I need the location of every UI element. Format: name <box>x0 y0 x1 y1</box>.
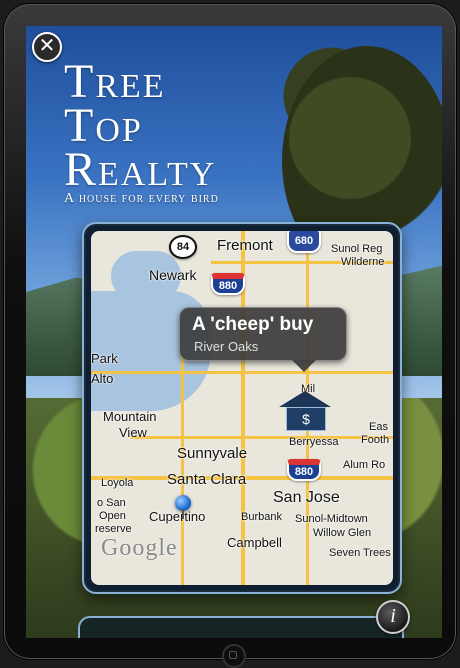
map-label: Loyola <box>101 477 134 489</box>
callout-tail <box>292 360 316 372</box>
house-roof <box>279 391 331 407</box>
app-title: Tree Top Realty <box>64 55 217 196</box>
map-label: Willow Glen <box>313 527 372 539</box>
google-logo: Google <box>101 535 178 561</box>
tablet-device-frame: ✕ Tree Top Realty A house for every bird <box>4 4 456 668</box>
map-label: Alum Ro <box>343 459 386 471</box>
map-label: View <box>119 425 147 440</box>
map-label: Sunol-Midtown <box>295 513 368 525</box>
road <box>131 436 393 439</box>
app-tagline: A house for every bird <box>64 191 219 206</box>
map-label: Newark <box>149 267 197 283</box>
price-marker: $ <box>286 407 326 431</box>
map-view[interactable]: 84 680 880 880 Fremont Newark Sunol Reg … <box>91 231 393 585</box>
info-button[interactable]: i <box>376 600 410 634</box>
map-label: Mountain <box>103 409 157 424</box>
map-label: Sunnyvale <box>177 445 248 462</box>
app-screen: ✕ Tree Top Realty A house for every bird <box>26 26 442 638</box>
map-label: San Jose <box>273 489 340 506</box>
title-line-2: Top <box>64 99 143 152</box>
map-panel: 84 680 880 880 Fremont Newark Sunol Reg … <box>82 222 402 594</box>
map-label: Berryessa <box>289 436 339 448</box>
map-label: Open <box>99 510 126 522</box>
close-icon: ✕ <box>38 35 56 57</box>
house-marker-icon[interactable]: $ <box>279 391 331 431</box>
callout-title: A 'cheep' buy <box>192 314 314 335</box>
map-label: Cupertino <box>149 509 206 524</box>
map-label: Park <box>91 351 118 366</box>
home-button[interactable] <box>222 644 246 668</box>
property-callout[interactable]: A 'cheep' buy River Oaks <box>179 307 347 372</box>
map-label: Wilderne <box>341 256 385 268</box>
map-label: Campbell <box>227 535 282 550</box>
road <box>181 351 184 585</box>
close-button[interactable]: ✕ <box>32 32 62 62</box>
map-label: o San <box>97 497 126 509</box>
map-label: Eas <box>369 421 388 433</box>
map-label: Santa Clara <box>167 471 247 488</box>
info-icon: i <box>390 605 396 627</box>
map-label: Alto <box>91 371 114 386</box>
callout-subtitle: River Oaks <box>194 339 259 354</box>
route-680-shield: 680 <box>287 231 321 253</box>
route-880-shield: 880 <box>211 273 245 295</box>
map-label: Sunol Reg <box>331 243 383 255</box>
route-84-shield: 84 <box>169 235 197 259</box>
map-label: Footh <box>361 434 390 446</box>
title-line-3: Realty <box>64 143 217 196</box>
location-pin-icon[interactable] <box>175 495 191 519</box>
route-880-shield: 880 <box>287 459 321 481</box>
map-label: Fremont <box>217 237 273 254</box>
map-label: reserve <box>95 523 132 535</box>
map-label: Burbank <box>241 511 282 523</box>
map-label: Seven Trees <box>329 547 391 559</box>
title-line-1: Tree <box>64 55 166 108</box>
detail-panel <box>78 616 404 638</box>
